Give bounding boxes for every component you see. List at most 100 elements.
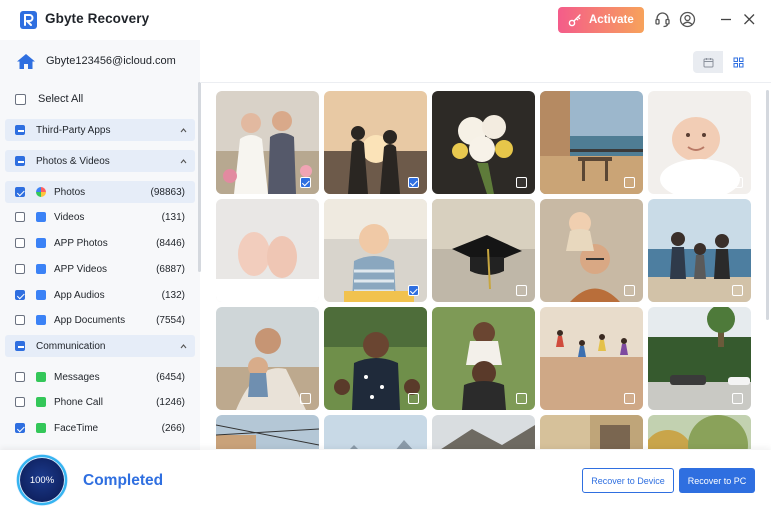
photo-checkbox[interactable] — [516, 393, 527, 404]
account-email: Gbyte123456@icloud.com — [46, 55, 176, 67]
item-count: (8446) — [156, 237, 185, 249]
sidebar-item-app-documents[interactable]: App Documents (7554) — [5, 309, 195, 331]
sidebar-scrollbar[interactable] — [198, 82, 201, 272]
item-count: (7554) — [156, 314, 185, 326]
messages-icon — [36, 372, 46, 382]
section-checkbox[interactable] — [15, 125, 25, 135]
photo-thumbnail[interactable] — [216, 415, 319, 449]
app-title: Gbyte Recovery — [45, 11, 150, 26]
minimize-icon[interactable] — [718, 11, 735, 28]
photo-checkbox[interactable] — [624, 393, 635, 404]
item-checkbox[interactable] — [15, 264, 25, 274]
photo-thumbnail[interactable] — [432, 415, 535, 449]
photo-thumbnail[interactable] — [432, 91, 535, 194]
chevron-up-icon[interactable] — [180, 343, 187, 350]
photo-checkbox[interactable] — [408, 393, 419, 404]
item-checkbox[interactable] — [15, 372, 25, 382]
item-label: Phone Call — [54, 396, 103, 408]
calendar-icon — [703, 57, 713, 67]
facetime-icon — [36, 423, 46, 433]
photo-thumbnail[interactable] — [540, 415, 643, 449]
photo-thumbnail[interactable] — [324, 415, 427, 449]
videos-icon — [36, 212, 46, 222]
photo-checkbox[interactable] — [300, 393, 311, 404]
app-documents-icon — [36, 315, 46, 325]
photo-thumbnail[interactable] — [216, 199, 319, 302]
progress-label: 100% — [29, 474, 55, 486]
select-all[interactable]: Select All — [15, 93, 83, 105]
photo-thumbnail[interactable] — [324, 199, 427, 302]
section-photos-videos[interactable]: Photos & Videos — [5, 150, 195, 172]
section-label: Communication — [36, 340, 106, 352]
item-label: APP Videos — [54, 263, 108, 275]
photo-thumbnail[interactable] — [540, 307, 643, 410]
photo-thumbnail[interactable] — [648, 199, 751, 302]
select-all-label: Select All — [38, 93, 84, 105]
photo-grid — [216, 91, 756, 449]
sidebar-item-phone-call[interactable]: Phone Call (1246) — [5, 391, 195, 413]
photo-thumbnail[interactable] — [540, 91, 643, 194]
item-checkbox[interactable] — [15, 315, 25, 325]
select-all-checkbox[interactable] — [15, 93, 26, 105]
item-checkbox[interactable] — [15, 187, 25, 197]
key-icon — [568, 14, 581, 27]
sidebar-item-messages[interactable]: Messages (6454) — [5, 366, 195, 388]
section-communication[interactable]: Communication — [5, 335, 195, 357]
photo-checkbox[interactable] — [408, 285, 419, 296]
item-checkbox[interactable] — [15, 238, 25, 248]
section-checkbox[interactable] — [15, 156, 25, 166]
item-checkbox[interactable] — [15, 290, 25, 300]
app-videos-icon — [36, 264, 46, 274]
item-checkbox[interactable] — [15, 423, 25, 433]
grid-view-button[interactable] — [723, 51, 753, 73]
item-checkbox[interactable] — [15, 212, 25, 222]
photo-checkbox[interactable] — [516, 177, 527, 188]
photo-thumbnail[interactable] — [648, 307, 751, 410]
sidebar-item-app-photos[interactable]: APP Photos (8446) — [5, 232, 195, 254]
photo-thumbnail[interactable] — [432, 307, 535, 410]
photo-checkbox[interactable] — [300, 285, 311, 296]
main-scrollbar[interactable] — [766, 90, 769, 320]
section-label: Third-Party Apps — [36, 124, 111, 136]
close-icon[interactable] — [741, 11, 758, 28]
photo-checkbox[interactable] — [732, 177, 743, 188]
item-checkbox[interactable] — [15, 397, 25, 407]
photo-thumbnail[interactable] — [324, 307, 427, 410]
photo-checkbox[interactable] — [408, 177, 419, 188]
photo-thumbnail[interactable] — [540, 199, 643, 302]
section-third-party-apps[interactable]: Third-Party Apps — [5, 119, 195, 141]
photo-checkbox[interactable] — [732, 393, 743, 404]
photo-thumbnail[interactable] — [216, 307, 319, 410]
photo-thumbnail[interactable] — [648, 91, 751, 194]
photo-checkbox[interactable] — [300, 177, 311, 188]
photo-checkbox[interactable] — [732, 285, 743, 296]
section-checkbox[interactable] — [15, 341, 25, 351]
sidebar-item-facetime[interactable]: FaceTime (266) — [5, 417, 195, 439]
sidebar-item-app-videos[interactable]: APP Videos (6887) — [5, 258, 195, 280]
sidebar-item-photos[interactable]: Photos (98863) — [5, 181, 195, 203]
sidebar-item-app-audios[interactable]: App Audios (132) — [5, 284, 195, 306]
calendar-view-button[interactable] — [693, 51, 723, 73]
recover-to-pc-button[interactable]: Recover to PC — [679, 468, 755, 493]
photo-image — [648, 415, 751, 449]
home-icon — [17, 54, 35, 69]
chevron-up-icon[interactable] — [180, 158, 187, 165]
recover-to-device-button[interactable]: Recover to Device — [582, 468, 674, 493]
photo-checkbox[interactable] — [624, 177, 635, 188]
sidebar-item-videos[interactable]: Videos (131) — [5, 206, 195, 228]
photo-thumbnail[interactable] — [432, 199, 535, 302]
grid-icon — [733, 57, 743, 67]
view-toggle — [693, 51, 753, 73]
item-count: (1246) — [156, 396, 185, 408]
item-label: Messages — [54, 371, 100, 383]
photo-checkbox[interactable] — [624, 285, 635, 296]
photos-icon — [36, 187, 46, 197]
photo-thumbnail[interactable] — [324, 91, 427, 194]
user-icon[interactable] — [679, 11, 696, 28]
photo-checkbox[interactable] — [516, 285, 527, 296]
photo-thumbnail[interactable] — [216, 91, 319, 194]
chevron-up-icon[interactable] — [180, 127, 187, 134]
headset-icon[interactable] — [654, 11, 671, 28]
activate-button[interactable]: Activate — [558, 7, 644, 33]
photo-thumbnail[interactable] — [648, 415, 751, 449]
